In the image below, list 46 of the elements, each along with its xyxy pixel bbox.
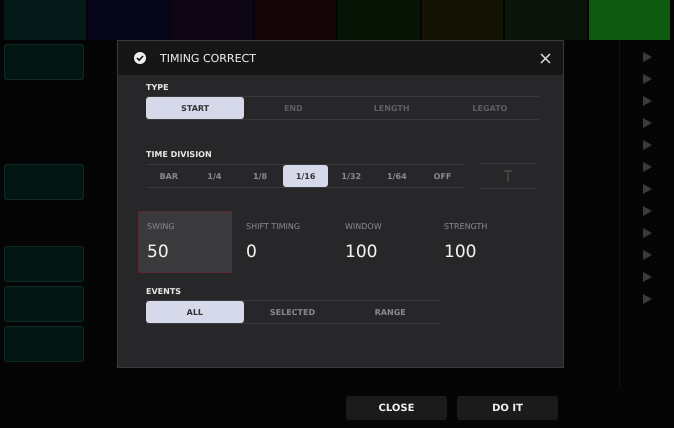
parameter-value: 0 (246, 242, 258, 262)
play-icon (642, 206, 652, 216)
dialog-title: TIMING CORRECT (160, 52, 257, 64)
option-tab[interactable]: OFF (420, 165, 466, 187)
parameter-field[interactable]: SHIFT TIMING 0 (237, 211, 331, 273)
play-icon (642, 228, 652, 238)
footer-button[interactable]: DO IT (457, 396, 558, 420)
option-tab[interactable]: BAR (146, 165, 192, 187)
close-icon (540, 52, 551, 64)
parameter-label: STRENGTH (444, 222, 488, 231)
close-button[interactable] (538, 50, 553, 66)
option-tab[interactable]: ALL (146, 301, 244, 323)
play-icon (642, 162, 652, 172)
option-tab[interactable]: RANGE (341, 301, 440, 323)
parameter-field[interactable]: STRENGTH 100 (435, 211, 529, 273)
option-tab[interactable]: 1/16 (282, 165, 328, 187)
section-label: TYPE (146, 83, 170, 92)
play-icon (642, 118, 652, 128)
play-icon (642, 272, 652, 282)
section-label: TIME DIVISION (146, 150, 213, 159)
play-icon (642, 184, 652, 194)
option-tab[interactable]: SELECTED (244, 301, 342, 323)
parameter-field[interactable]: SWING 50 (138, 211, 232, 273)
text-cursor-icon (504, 170, 512, 182)
option-tab[interactable]: 1/4 (192, 165, 238, 187)
option-tab[interactable]: START (146, 97, 244, 119)
footer-button[interactable]: CLOSE (346, 396, 447, 420)
play-icon (642, 52, 652, 62)
parameter-value: 50 (147, 242, 170, 262)
parameter-value: 100 (345, 242, 378, 262)
play-icon (642, 96, 652, 106)
play-icon (642, 250, 652, 260)
option-tab[interactable]: 1/8 (237, 165, 283, 187)
play-icon (642, 294, 652, 304)
play-icon (642, 74, 652, 84)
play-icon (642, 140, 652, 150)
option-tab[interactable]: 1/64 (374, 165, 420, 187)
parameter-label: SWING (147, 222, 176, 231)
parameter-value: 100 (444, 242, 478, 262)
parameter-field[interactable]: WINDOW 100 (336, 211, 430, 273)
parameter-label: WINDOW (345, 222, 383, 231)
parameter-label: SHIFT TIMING (246, 222, 302, 231)
option-tab[interactable]: 1/32 (328, 165, 374, 187)
cursor-field[interactable] (479, 163, 537, 189)
check-icon (134, 52, 146, 64)
section-label: EVENTS (146, 287, 182, 296)
